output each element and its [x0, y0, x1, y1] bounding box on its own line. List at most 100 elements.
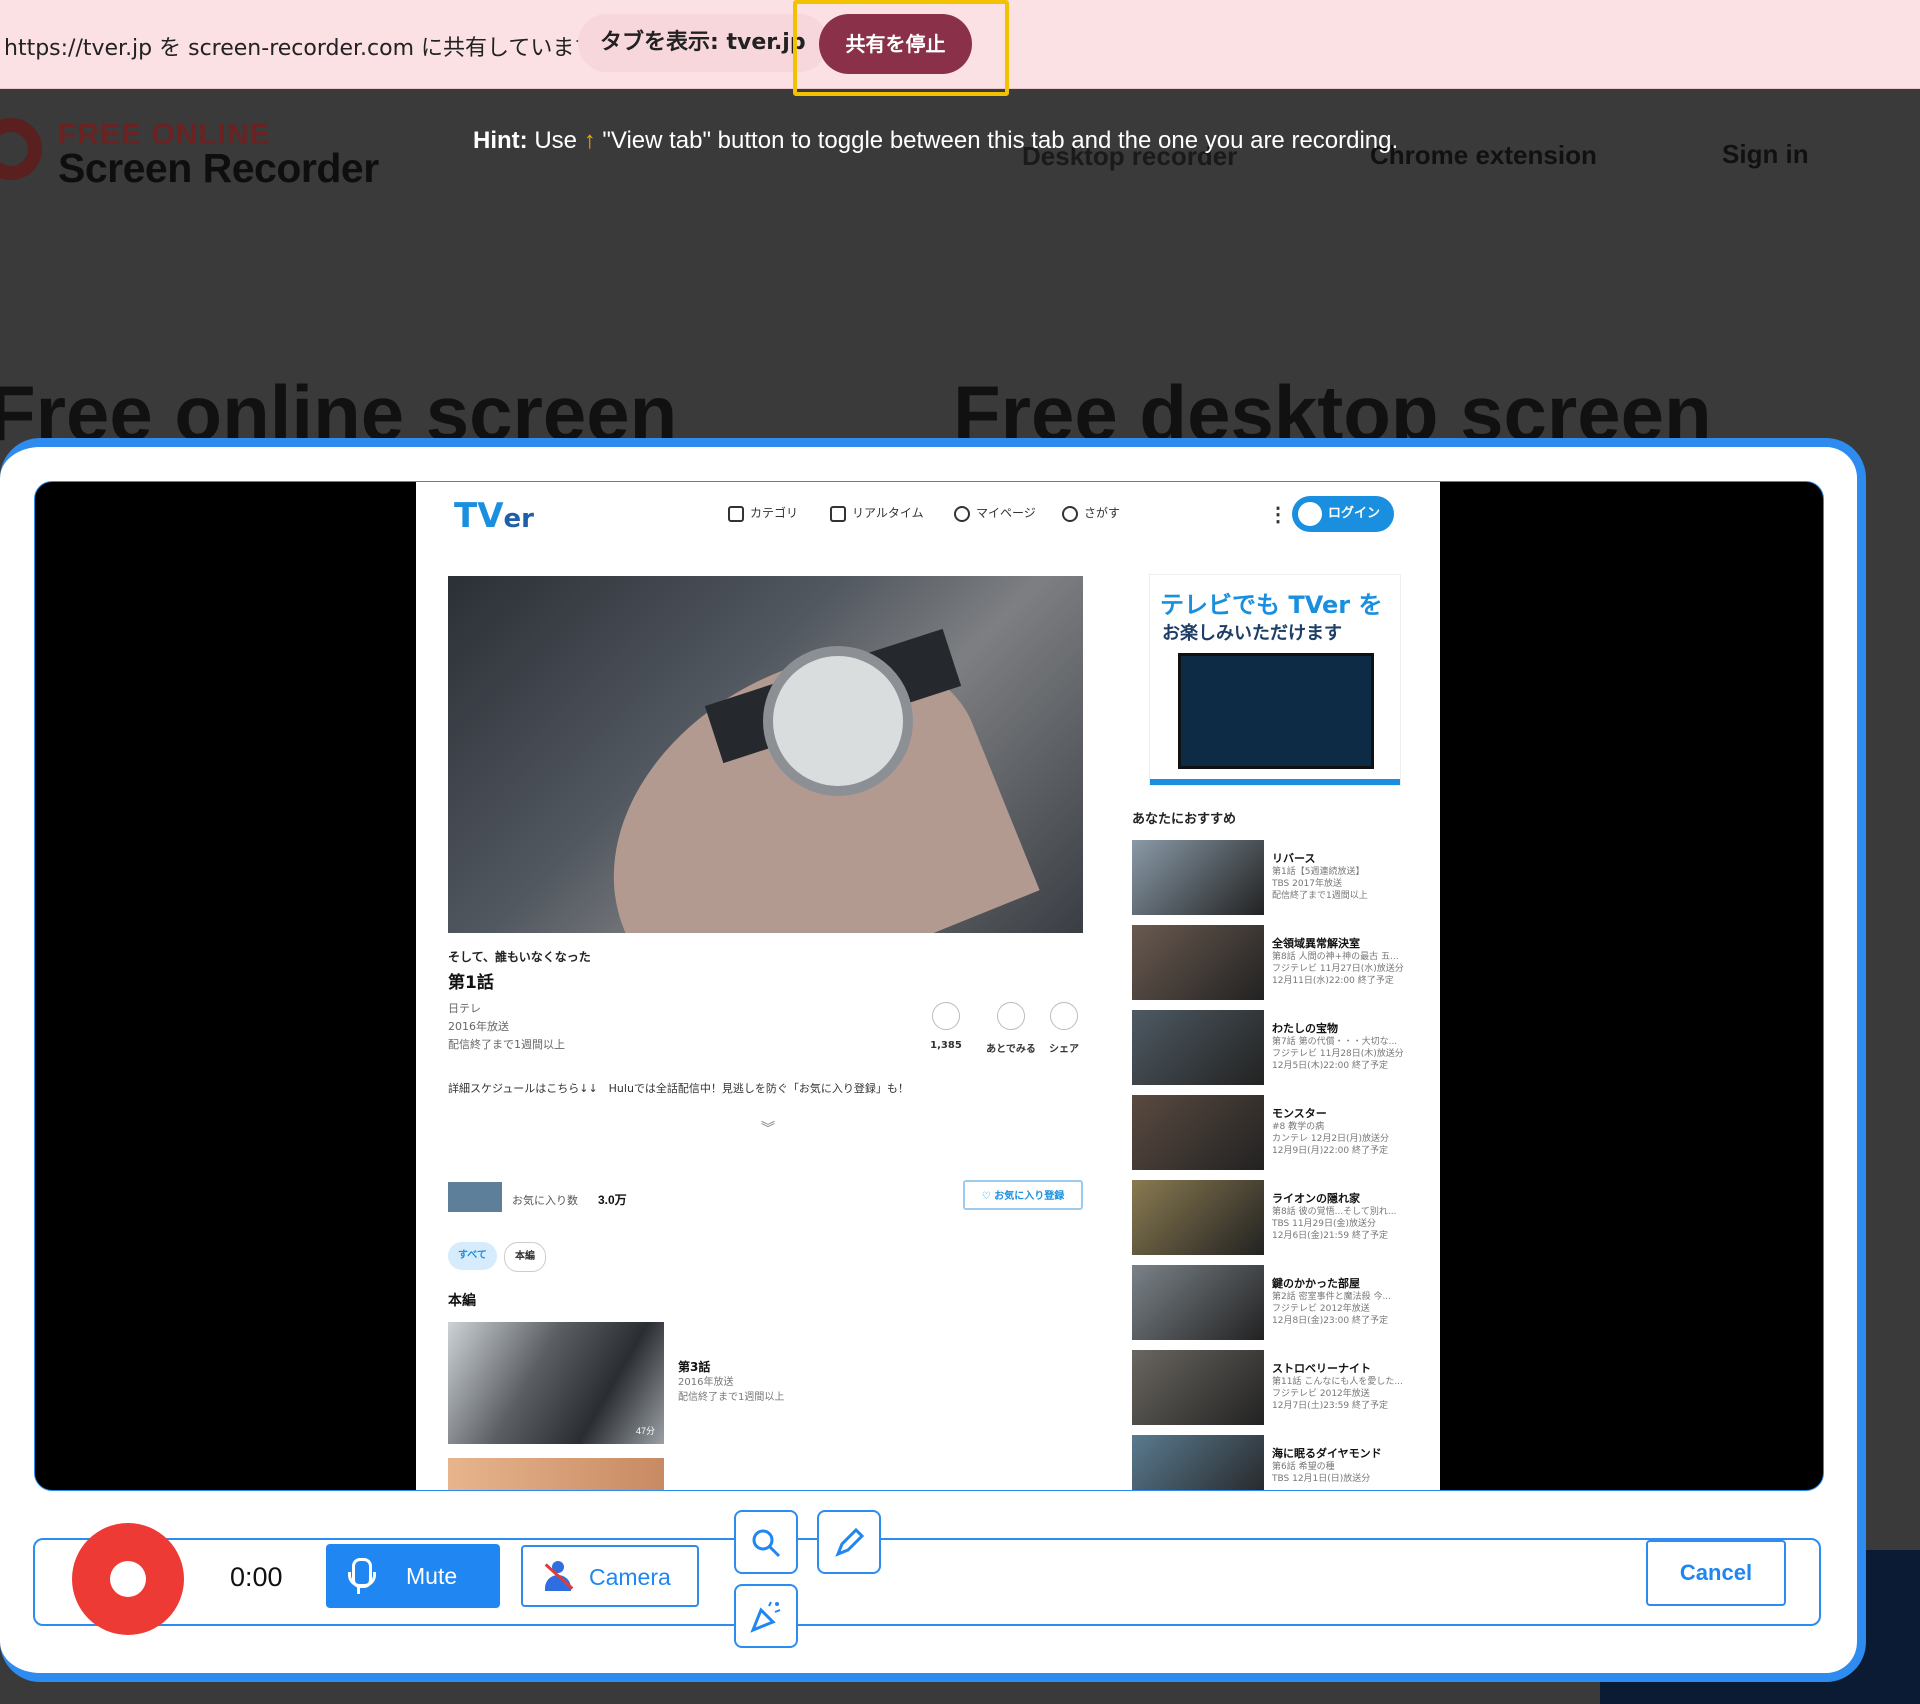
favorite-label: お気に入り数 [512, 1194, 578, 1207]
episode-4-thumbnail [448, 1458, 664, 1490]
tver-nav-search: さがす [1062, 504, 1120, 522]
tver-nav-mypage: マイページ [954, 504, 1036, 522]
recommend-meta-line: フジテレビ 11月27日(水)放送分 [1272, 964, 1404, 974]
recording-preview: TVer カテゴリ リアルタイム マイページ さがす ⋮ ログイン そして、誰も… [34, 481, 1824, 1491]
zoom-button[interactable] [734, 1510, 798, 1574]
stop-sharing-button[interactable]: 共有を停止 [819, 14, 972, 74]
tver-logo: TVer [454, 496, 534, 536]
like-action: 1,385 [928, 1002, 964, 1051]
recommend-meta-line: フジテレビ 2012年放送 [1272, 1304, 1370, 1314]
account-icon [1298, 502, 1322, 526]
recommend-meta-line: TBS 11月29日(金)放送分 [1272, 1219, 1377, 1229]
episode-3-duration: 47分 [636, 1426, 656, 1436]
grid-icon [728, 505, 744, 522]
recommend-thumbnail [1132, 1095, 1264, 1170]
tver-nav-search-label: さがす [1084, 506, 1121, 520]
draw-button[interactable] [817, 1510, 881, 1574]
camera-label: Camera [589, 1564, 671, 1590]
recommend-desc-line: 第8話 彼の覚悟...そして別れ... [1272, 1207, 1397, 1217]
screen-share-bar: https://tver.jp を screen-recorder.com に共… [0, 0, 1920, 96]
nav-sign-in[interactable]: Sign in [1722, 139, 1809, 170]
recommend-desc-line: 第1話【5週連続放送】 [1272, 867, 1365, 877]
record-button[interactable] [72, 1523, 184, 1635]
effects-button[interactable] [734, 1584, 798, 1648]
share-label: シェア [1049, 1044, 1079, 1055]
episode-3-thumbnail [448, 1322, 664, 1444]
confetti-icon [750, 1601, 781, 1633]
episode-meta: 日テレ 2016年放送 配信終了まで1週間以上 [448, 1000, 565, 1054]
episode-title: 第1話 [448, 973, 494, 993]
promo-line-1: テレビでも TVer を [1160, 591, 1383, 619]
favorite-button: ♡ お気に入り登録 [963, 1180, 1083, 1210]
filter-main: 本編 [504, 1242, 546, 1272]
promo-line-2: お楽しみいただけます [1162, 623, 1342, 644]
recommend-meta-line: TBS 2017年放送 [1272, 879, 1342, 889]
recommend-desc-line: #8 教学の病 [1272, 1122, 1325, 1132]
chevron-down-icon: ︾ [761, 1120, 775, 1136]
nav-chrome-extension[interactable]: Chrome extension [1370, 140, 1597, 171]
tv-illustration [1178, 653, 1374, 769]
recommend-name: リバース [1272, 852, 1316, 865]
tver-nav-mypage-label: マイページ [976, 506, 1036, 520]
recommend-item: ライオンの隠れ家 第8話 彼の覚悟...そして別れ... TBS 11月29日(金)… [1132, 1180, 1422, 1265]
site-logo-icon[interactable] [0, 118, 42, 180]
recommend-avail-line: 配信終了まで1週間以上 [1272, 891, 1368, 901]
record-timer: 0:00 [230, 1562, 283, 1592]
recommend-desc-line: 第11話 こんなにも人を愛した... [1272, 1377, 1403, 1387]
tver-logo-sub: er [503, 504, 534, 534]
pin-icon [997, 1002, 1025, 1030]
episode-availability: 配信終了まで1週間以上 [448, 1038, 565, 1051]
recommend-item: リバース第1話【5週連続放送】 TBS 2017年放送配信終了まで1週間以上 [1132, 840, 1422, 925]
recommend-thumbnail [1132, 1435, 1264, 1490]
favorite-button-label: お気に入り登録 [994, 1191, 1065, 1202]
camera-button[interactable]: Camera [521, 1545, 699, 1607]
recommend-avail-line: 12月11日(水)22:00 終了予定 [1272, 976, 1394, 986]
camera-off-icon [543, 1561, 574, 1591]
recommend-name: 全領域異常解決室 [1272, 937, 1360, 950]
episode-series: そして、誰もいなくなった [448, 950, 591, 964]
recommend-item: ストロベリーナイト 第11話 こんなにも人を愛した... フジテレビ 2012年放送… [1132, 1350, 1422, 1435]
section-main-heading: 本編 [448, 1293, 476, 1309]
watch-later-label: あとでみる [986, 1044, 1036, 1055]
pen-icon [835, 1527, 865, 1557]
recommend-name: ストロベリーナイト [1272, 1362, 1371, 1375]
mute-button[interactable]: Mute [326, 1544, 500, 1608]
recommend-thumbnail [1132, 840, 1264, 915]
recommend-meta-line: TBS 12月1日(日)放送分 [1272, 1474, 1371, 1484]
hint-text: "View tab" button to toggle between this… [602, 127, 1399, 154]
recommend-heading: あなたにおすすめ [1132, 812, 1237, 827]
recommend-item: モンスター #8 教学の病 カンテレ 12月2日(月)放送分 12月9日(月)22:0… [1132, 1095, 1422, 1180]
tver-nav-category-label: カテゴリ [750, 506, 799, 520]
recommend-desc: 第6話 希望の種 TBS 12月1日(日)放送分 [1272, 1461, 1407, 1485]
tver-nav-category: カテゴリ [728, 504, 798, 522]
recommend-desc: #8 教学の病 カンテレ 12月2日(月)放送分 12月9日(月)22:00 終了予… [1272, 1121, 1407, 1157]
recommend-item: わたしの宝物 第7話 第の代償・・・大切な... フジテレビ 11月28日(木)放送… [1132, 1010, 1422, 1095]
recommend-desc-line: 第2話 密室事件と魔法殺 今... [1272, 1292, 1392, 1302]
recommend-desc: 第1話【5週連続放送】 TBS 2017年放送配信終了まで1週間以上 [1272, 866, 1407, 902]
recommend-desc: 第2話 密室事件と魔法殺 今... フジテレビ 2012年放送 12月8日(金)23… [1272, 1291, 1407, 1327]
episode-3-title: 第3話 [678, 1360, 711, 1374]
recommend-desc-line: 第7話 第の代償・・・大切な... [1272, 1037, 1398, 1047]
site-logo-bottom[interactable]: Screen Recorder [58, 145, 379, 192]
up-arrow-icon: ↑ [583, 127, 596, 154]
search-icon [1062, 505, 1078, 522]
like-count: 1,385 [930, 1040, 962, 1051]
cancel-button[interactable]: Cancel [1646, 1540, 1786, 1606]
user-icon [954, 505, 970, 522]
tver-nav-realtime-label: リアルタイム [852, 506, 924, 520]
recommend-avail-line: 12月9日(月)22:00 終了予定 [1272, 1146, 1388, 1156]
recommend-thumbnail [1132, 1180, 1264, 1255]
recommend-desc: 第8話 彼の覚悟...そして別れ... TBS 11月29日(金)放送分 12月6日… [1272, 1206, 1407, 1242]
record-dot-icon [110, 1561, 146, 1597]
episode-network: 日テレ [448, 1002, 481, 1015]
recommend-item: 海に眠るダイヤモンド 第6話 希望の種 TBS 12月1日(日)放送分 [1132, 1435, 1422, 1490]
tver-login-label: ログイン [1328, 506, 1381, 521]
recommend-avail-line: 12月6日(金)21:59 終了予定 [1272, 1231, 1388, 1241]
recommend-thumbnail [1132, 1265, 1264, 1340]
episode-3-meta: 2016年放送 配信終了まで1週間以上 [678, 1375, 784, 1405]
recommend-item: 鍵のかかった部屋 第2話 密室事件と魔法殺 今... フジテレビ 2012年放送 12… [1132, 1265, 1422, 1350]
recommend-avail-line: 12月7日(土)23:59 終了予定 [1272, 1401, 1388, 1411]
episode-year: 2016年放送 [448, 1020, 509, 1033]
recommend-desc: 第11話 こんなにも人を愛した... フジテレビ 2012年放送 12月7日(土)2… [1272, 1376, 1407, 1412]
view-tab-button[interactable]: タブを表示: tver.jp [578, 14, 828, 72]
